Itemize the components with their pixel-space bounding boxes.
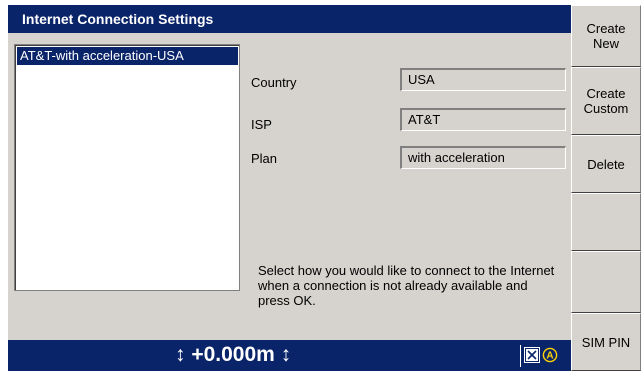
altitude-readout: ↕ +0.000m ↕ <box>175 343 292 366</box>
window-title: Internet Connection Settings <box>22 11 214 27</box>
button-column: Create New Create Custom Delete SIM PIN <box>571 5 641 371</box>
circle-a-icon[interactable]: A <box>542 347 558 363</box>
sim-pin-button[interactable]: SIM PIN <box>571 313 641 371</box>
status-divider <box>520 345 521 367</box>
create-custom-button[interactable]: Create Custom <box>571 67 641 135</box>
country-label: Country <box>251 75 297 90</box>
checkbox-x-icon[interactable] <box>524 347 540 363</box>
plan-label: Plan <box>251 151 278 166</box>
isp-field: AT&T <box>400 108 566 131</box>
status-bar: ↕ +0.000m ↕ A <box>8 340 571 371</box>
isp-label: ISP <box>251 117 272 132</box>
create-new-button[interactable]: Create New <box>571 5 641 67</box>
title-bar: Internet Connection Settings <box>8 5 571 33</box>
country-field: USA <box>400 68 566 91</box>
svg-text:A: A <box>546 351 553 362</box>
delete-button[interactable]: Delete <box>571 135 641 193</box>
instruction-text: Select how you would like to connect to … <box>258 263 555 308</box>
blank-button-2[interactable] <box>571 251 641 313</box>
blank-button-1[interactable] <box>571 193 641 251</box>
plan-field: with acceleration <box>400 146 566 169</box>
connection-list[interactable]: AT&T-with acceleration-USA <box>14 44 240 291</box>
list-item-selected[interactable]: AT&T-with acceleration-USA <box>17 47 238 65</box>
